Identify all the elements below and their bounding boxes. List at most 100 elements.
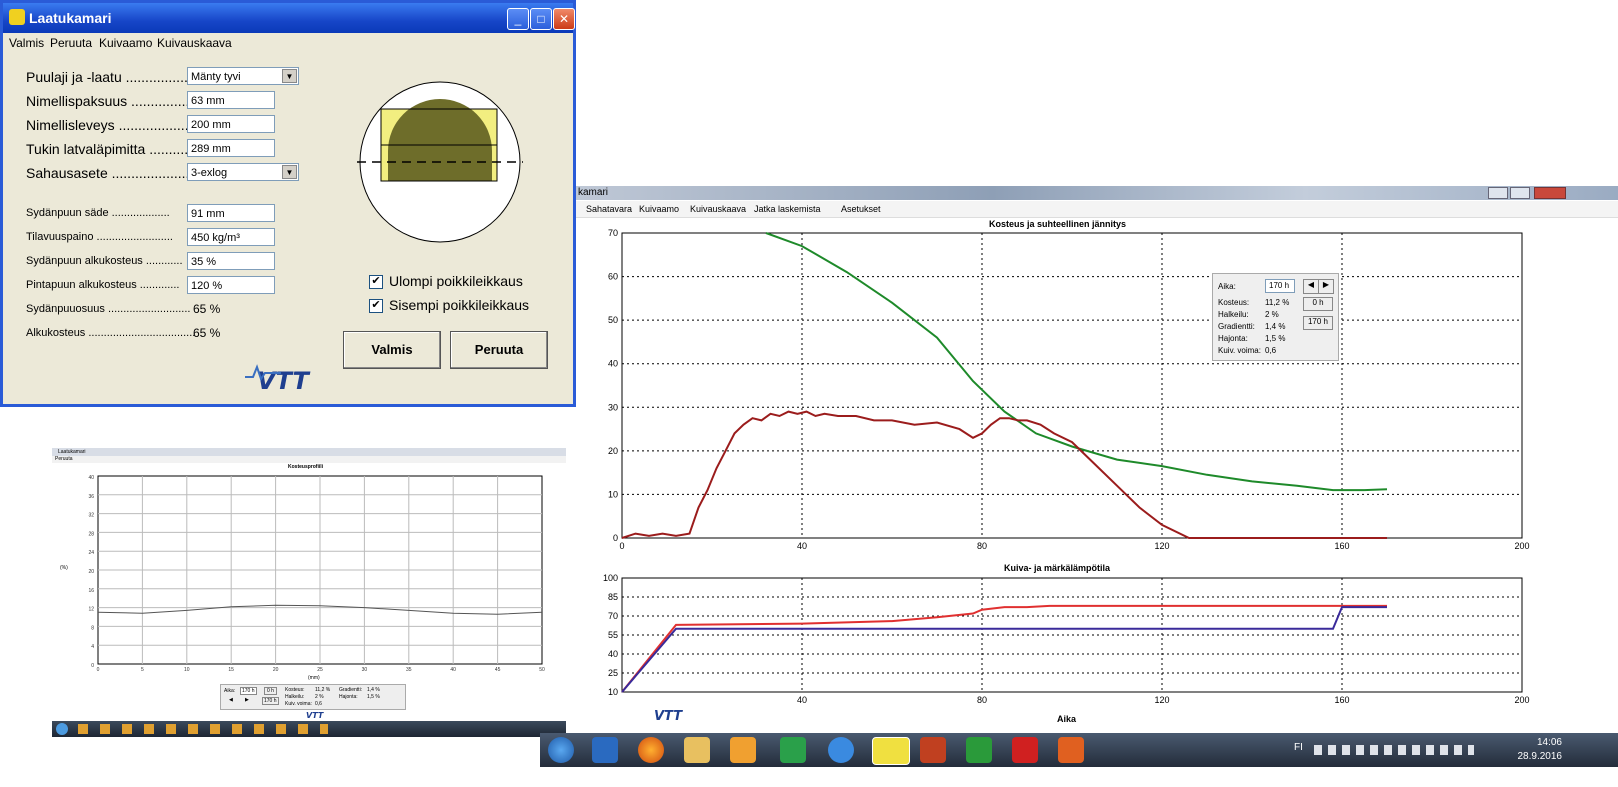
y-tick-label: 40 [608, 649, 618, 659]
paksuus-input[interactable]: 63 mm [187, 91, 275, 109]
maximize-icon[interactable]: □ [530, 8, 552, 30]
info-hajonta-value: 1,5 % [1265, 334, 1286, 343]
close-icon[interactable] [1534, 187, 1566, 199]
wifi-icon[interactable] [592, 737, 618, 763]
taskbar: FI 14:06 28.9.2016 [540, 733, 1618, 767]
clock-date[interactable]: 28.9.2016 [1506, 751, 1563, 762]
puulaji-value: Mänty tyvi [191, 71, 241, 83]
minimize-icon[interactable]: _ [507, 8, 529, 30]
x-tick-label: 20 [273, 667, 279, 673]
small-prev-icon[interactable]: ◀ [229, 697, 233, 703]
x-tick-label: 50 [539, 667, 545, 673]
peruuta-button[interactable]: Peruuta [450, 331, 548, 369]
menu-kuivaamo[interactable]: Kuivaamo [99, 36, 152, 50]
leveys-input[interactable]: 200 mm [187, 115, 275, 133]
small-max-h-button[interactable]: 170 h [262, 697, 279, 705]
x-tick-label: 5 [141, 667, 144, 673]
clock-time[interactable]: 14:06 [1516, 737, 1562, 748]
info-halkeilu-label: Halkeilu: [1218, 310, 1249, 319]
powerpoint-icon[interactable] [1058, 737, 1084, 763]
info-gradientti-value: 1,4 % [1265, 322, 1286, 331]
menu-valmis[interactable]: Valmis [9, 36, 44, 50]
max-h-button[interactable]: 170 h [1303, 316, 1333, 330]
small-vtt-logo: VTT [306, 711, 324, 720]
tilavuus-input[interactable]: 450 kg/m³ [187, 228, 275, 246]
small-next-icon[interactable]: ▶ [245, 697, 249, 703]
file-explorer-icon[interactable] [684, 737, 710, 763]
small-start-icon[interactable] [56, 723, 68, 735]
small-xlabel: (mm) [308, 675, 320, 681]
pinta-alku-label: Pintapuun alkukosteus ............. [26, 279, 180, 291]
menu-peruuta[interactable]: Peruuta [50, 36, 92, 50]
pdf-reader-icon[interactable] [1012, 737, 1038, 763]
x-tick-label: 0 [619, 541, 624, 551]
small-aika-input[interactable]: 170 h [240, 687, 257, 695]
profile-window: Laatukamari Peruuta Kosteusprofiili (%) … [52, 448, 566, 721]
x-tick-label: 30 [362, 667, 368, 673]
valmis-button[interactable]: Valmis [343, 331, 441, 369]
small-titlebar[interactable]: Laatukamari [52, 448, 566, 456]
syd-alku-input[interactable]: 35 % [187, 252, 275, 270]
y-tick-label: 30 [608, 402, 618, 412]
small-app-icons[interactable] [78, 724, 328, 734]
maximize-icon[interactable] [1510, 187, 1530, 199]
menu-jatka-laskemista[interactable]: Jatka laskemista [754, 204, 821, 214]
chevron-down-icon[interactable]: ▼ [282, 165, 297, 179]
tray-icons[interactable] [1314, 745, 1474, 755]
y-tick-label: 10 [608, 489, 618, 499]
laatukamari-icon[interactable] [872, 737, 910, 765]
main-titlebar[interactable]: kamari [576, 186, 1618, 200]
info-kosteus-label: Kosteus: [1218, 298, 1250, 307]
inner-section-checkbox[interactable]: ✔ [369, 299, 383, 313]
tilavuus-label: Tilavuuspaino ......................... [26, 231, 173, 243]
menu-kuivaamo[interactable]: Kuivaamo [639, 204, 679, 214]
dialog-menubar: Valmis Peruuta Kuivaamo Kuivauskaava [3, 33, 573, 53]
info-aika-input[interactable]: 170 h [1265, 279, 1295, 293]
sade-label: Sydänpuun säde ................... [26, 207, 170, 219]
dialog-titlebar[interactable]: Laatukamari _ □ ✕ [3, 3, 575, 33]
menu-sahatavara[interactable]: Sahatavara [586, 204, 632, 214]
x-tick-label: 35 [406, 667, 412, 673]
chart-app-icon[interactable] [780, 737, 806, 763]
x-tick-label: 80 [977, 695, 987, 705]
menu-asetukset[interactable]: Asetukset [841, 204, 881, 214]
info-aika-label: Aika: [1218, 282, 1236, 291]
puulaji-select[interactable]: Mänty tyvi ▼ [187, 67, 299, 85]
small-title: Laatukamari [58, 449, 86, 455]
sade-input[interactable]: 91 mm [187, 204, 275, 222]
cube-app-icon[interactable] [966, 737, 992, 763]
latva-input[interactable]: 289 mm [187, 139, 275, 157]
tool-app-icon[interactable] [920, 737, 946, 763]
menu-kuivauskaava[interactable]: Kuivauskaava [157, 36, 232, 50]
menu-peruuta[interactable]: Peruuta [55, 456, 73, 462]
pinta-alku-input[interactable]: 120 % [187, 276, 275, 294]
menu-kuivauskaava[interactable]: Kuivauskaava [690, 204, 746, 214]
y-tick-label: 8 [91, 625, 94, 631]
sahaus-select[interactable]: 3-exlog ▼ [187, 163, 299, 181]
outer-section-checkbox[interactable]: ✔ [369, 275, 383, 289]
app-icon [9, 9, 25, 25]
minimize-icon[interactable] [1488, 187, 1508, 199]
prev-icon[interactable]: ◀ [1303, 279, 1319, 294]
close-icon[interactable]: ✕ [553, 8, 575, 30]
media-player-icon[interactable] [730, 737, 756, 763]
language-indicator[interactable]: FI [1294, 742, 1303, 753]
firefox-icon[interactable] [638, 737, 664, 763]
zero-h-button[interactable]: 0 h [1303, 297, 1333, 311]
y-tick-label: 28 [88, 531, 94, 537]
small-halkeilu-label: Halkeilu: [285, 694, 305, 700]
internet-explorer-icon[interactable] [828, 737, 854, 763]
osuus-value: 65 % [193, 302, 221, 316]
small-taskbar [52, 721, 566, 737]
y-tick-label: 85 [608, 592, 618, 602]
small-menubar: Peruuta [52, 456, 566, 463]
small-zero-h-button[interactable]: 0 h [264, 687, 277, 695]
main-menubar: Sahatavara Kuivaamo Kuivauskaava Jatka l… [576, 201, 1618, 218]
chevron-down-icon[interactable]: ▼ [282, 69, 297, 83]
puulaji-label: Puulaji ja -laatu ................... [26, 69, 200, 85]
next-icon[interactable]: ▶ [1318, 279, 1334, 294]
x-tick-label: 200 [1514, 695, 1529, 705]
info-voima-value: 0,6 [1265, 346, 1277, 355]
plot-frame [621, 232, 1523, 539]
windows-start-icon[interactable] [548, 737, 574, 763]
